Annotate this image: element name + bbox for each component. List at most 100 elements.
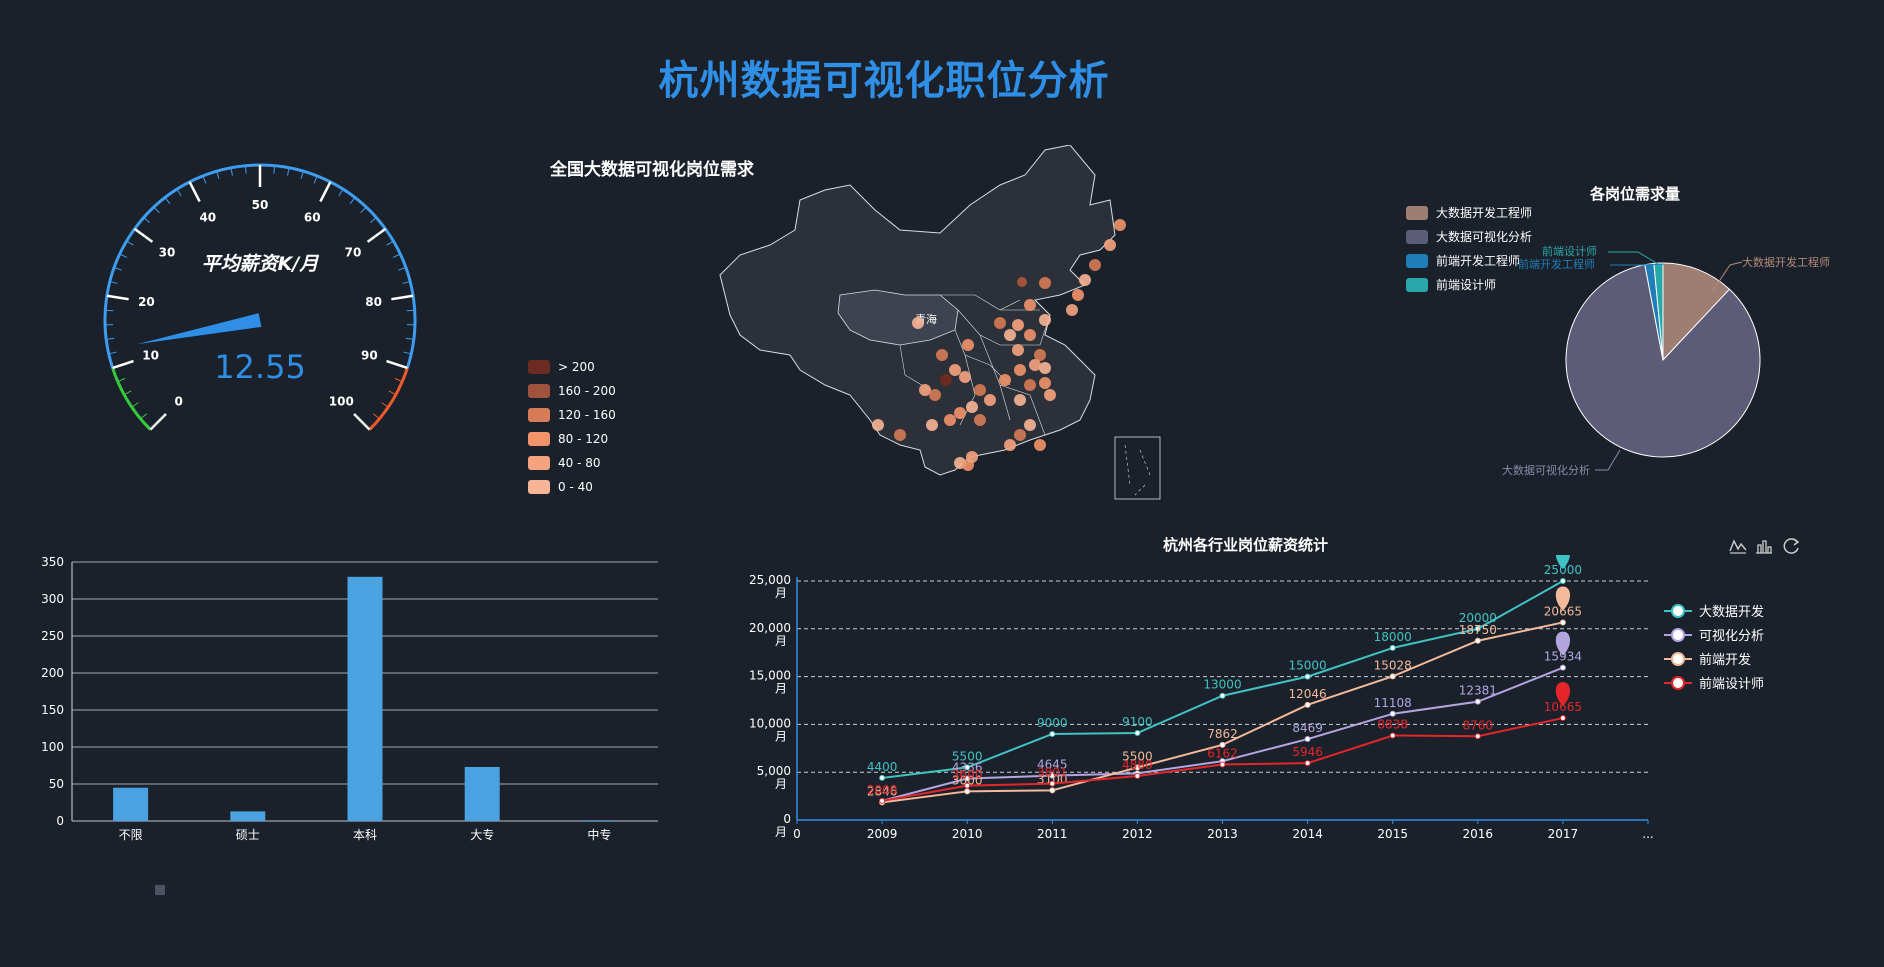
gauge-tick (319, 181, 332, 203)
gauge-value: 12.55 (214, 348, 306, 386)
map-legend-item[interactable]: 80 - 120 (528, 432, 608, 446)
city-dot (894, 429, 906, 441)
data-label: 6162 (1207, 747, 1238, 761)
series-point (1304, 701, 1311, 708)
map-legend-item[interactable]: 40 - 80 (528, 456, 601, 470)
refresh-icon[interactable] (1783, 537, 1801, 555)
data-label: 3801 (1037, 766, 1068, 780)
map-legend: > 200 160 - 200 120 - 160 80 - 120 40 - … (528, 360, 648, 500)
line-chart-icon[interactable] (1729, 537, 1747, 555)
city-dot (1024, 419, 1036, 431)
legend-swatch (1406, 277, 1428, 292)
x-tick-label: 2009 (867, 827, 898, 841)
line-title: 杭州各行业岗位薪资统计 (1163, 536, 1329, 554)
series-point (1049, 787, 1056, 794)
y-tick-label: 350 (41, 555, 64, 569)
series-point (1134, 730, 1141, 737)
bar-chart-icon[interactable] (1755, 537, 1773, 555)
series-line (881, 621, 1564, 804)
pie-legend-item[interactable]: 前端设计师 (1406, 276, 1496, 293)
gauge-tick (394, 377, 403, 383)
gauge-tick (338, 188, 344, 197)
city-dot (966, 451, 978, 463)
y-tick-label: 10,000 (749, 716, 791, 730)
city-dot (912, 317, 924, 329)
y-tick-label: 0 (783, 812, 791, 826)
x-tick-label: ... (1642, 827, 1653, 841)
legend-label: 120 - 160 (558, 408, 616, 422)
map-legend-item[interactable]: 120 - 160 (528, 408, 616, 422)
gauge-tick (386, 359, 408, 370)
city-dot (1079, 274, 1091, 286)
china-map-svg[interactable]: 青海 (700, 144, 1200, 505)
y-tick-label: 150 (41, 703, 64, 717)
city-dot (1072, 289, 1084, 301)
pie-label-dev: 大数据开发工程师 (1742, 255, 1830, 269)
city-dot (994, 317, 1006, 329)
city-dot (872, 419, 884, 431)
y-tick-unit: 月 (775, 825, 787, 839)
pie-legend-item[interactable]: 大数据开发工程师 (1406, 204, 1532, 221)
gauge-tick (153, 206, 160, 214)
city-dot (1004, 329, 1016, 341)
gauge-tick-label: 100 (329, 394, 354, 408)
salary-gauge: 0 10 20 30 40 50 60 70 80 90 100 平均薪资K/月 12.55 (80, 150, 440, 470)
series-point (1559, 715, 1566, 722)
gauge-tick (392, 253, 401, 258)
education-bar-chart: 0 50 100 150 200 250 300 350 不限 硕士 本科 大专 中专 (30, 550, 670, 850)
gauge-tick (117, 377, 126, 383)
gauge-title: 平均薪资K/月 (202, 253, 320, 275)
bar (230, 811, 266, 821)
series-point (1559, 619, 1566, 626)
series-point (1389, 732, 1396, 739)
series-point (1389, 644, 1396, 651)
gauge-tick (112, 359, 134, 370)
series-point (1474, 733, 1481, 740)
city-dot (1012, 344, 1024, 356)
x-tick-label: 2017 (1548, 827, 1579, 841)
series-point (1474, 637, 1481, 644)
china-map[interactable]: 青海 (700, 144, 1200, 505)
legend-label: 大数据开发 (1699, 604, 1764, 620)
legend-swatch (528, 408, 550, 422)
gauge-tick (176, 188, 182, 197)
data-label: 2000 (867, 783, 898, 797)
series-point (964, 782, 971, 789)
x-tick-label: 大专 (470, 827, 494, 842)
legend-swatch (528, 432, 550, 446)
line-svg: 0月5,000月10,000月15,000月20,000月25,000月0 200… (749, 545, 1654, 841)
city-dot (974, 384, 986, 396)
city-dot (1039, 377, 1051, 389)
legend-label: 0 - 40 (558, 480, 593, 494)
pie-label-viz: 大数据可视化分析 (1502, 463, 1590, 477)
x-tick-label: 中专 (587, 827, 611, 842)
pie-label-design: 前端设计师 (1542, 244, 1597, 258)
city-dot (1066, 304, 1078, 316)
gauge-tick (119, 253, 128, 258)
map-legend-item[interactable]: > 200 (528, 360, 595, 374)
pie-leader (1608, 251, 1659, 265)
map-legend-item[interactable]: 0 - 40 (528, 480, 593, 494)
gauge-tick (406, 309, 415, 312)
city-dot (959, 371, 971, 383)
map-legend-item[interactable]: 160 - 200 (528, 384, 616, 398)
series-point (1219, 692, 1226, 699)
data-label: 15000 (1289, 659, 1327, 673)
x-tick-label: 2012 (1122, 827, 1153, 841)
pie-leader (1595, 449, 1621, 471)
gauge-tick-label: 90 (361, 349, 378, 363)
y-tick-unit: 月 (775, 729, 787, 743)
series-point (1474, 698, 1481, 705)
legend-label: 80 - 120 (558, 432, 609, 446)
series-point (1219, 761, 1226, 768)
data-label: 11108 (1374, 696, 1412, 710)
gauge-svg: 0 10 20 30 40 50 60 70 80 90 100 平均薪资K/月 12.55 (103, 163, 417, 431)
y-tick-label: 50 (49, 777, 64, 791)
city-dot (1012, 319, 1024, 331)
gauge-tick-label: 20 (138, 295, 155, 309)
city-dot (1089, 259, 1101, 271)
legend-marker (1671, 652, 1685, 666)
city-dot (1039, 277, 1051, 289)
city-dot (1014, 429, 1026, 441)
legend-label: 160 - 200 (558, 384, 616, 398)
